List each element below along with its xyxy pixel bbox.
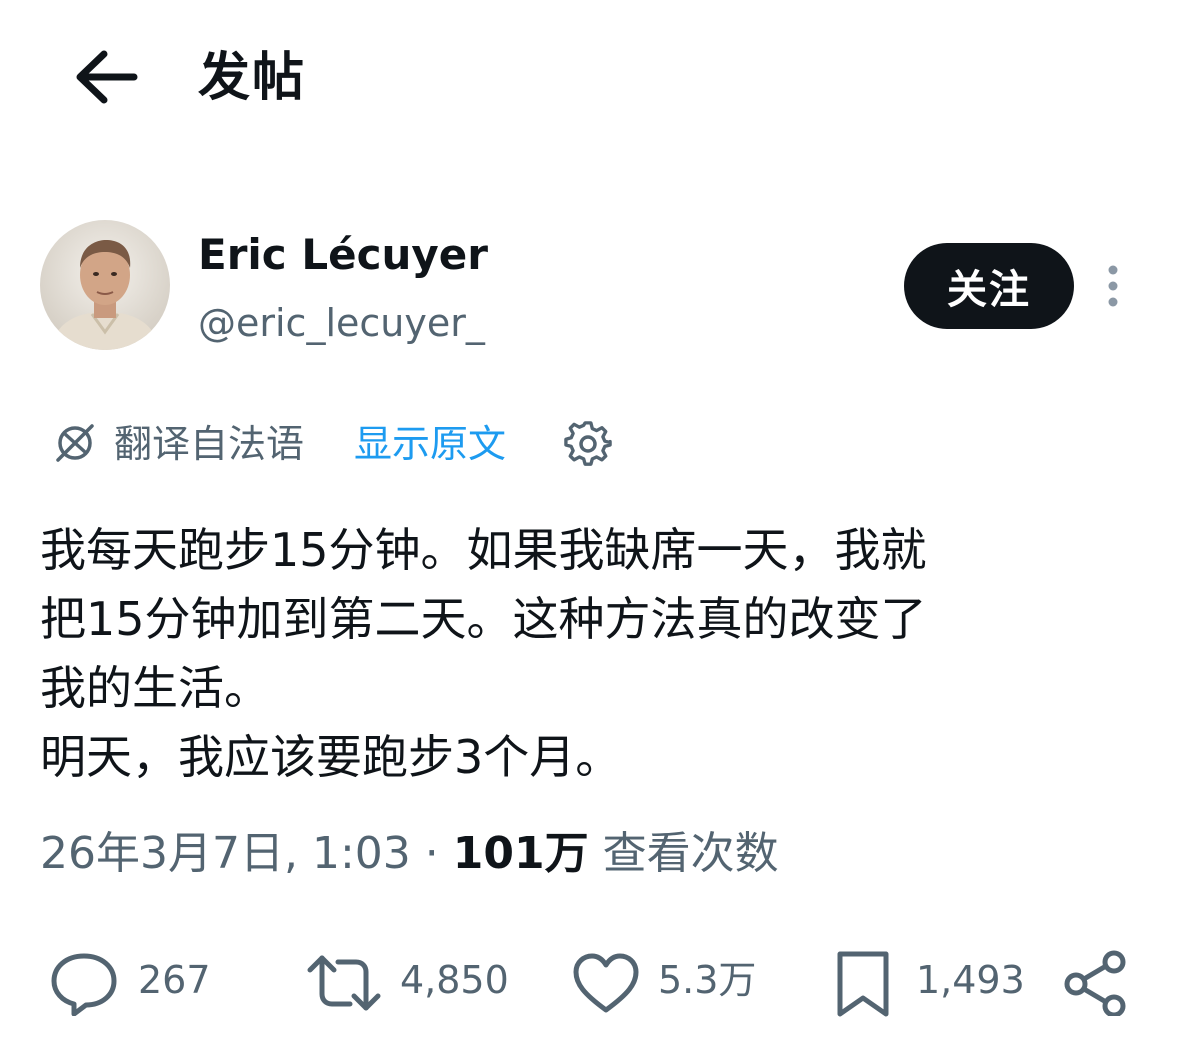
share-icon bbox=[1064, 950, 1126, 1016]
gear-icon[interactable] bbox=[564, 420, 612, 468]
views-count: 101万 bbox=[452, 828, 589, 879]
tweet-meta: 26年3月7日, 1:03 · 101万 查看次数 bbox=[40, 824, 779, 884]
back-button[interactable] bbox=[70, 44, 142, 110]
reply-icon bbox=[51, 953, 117, 1016]
bookmark-count: 1,493 bbox=[916, 958, 1025, 1002]
translate-icon bbox=[56, 424, 94, 462]
like-count: 5.3万 bbox=[658, 958, 757, 1002]
share-button[interactable] bbox=[1062, 940, 1134, 1026]
timestamp[interactable]: 26年3月7日, 1:03 bbox=[40, 828, 411, 879]
show-original-link[interactable]: 显示原文 bbox=[354, 416, 506, 472]
reply-button[interactable]: 267 bbox=[48, 940, 218, 1026]
meta-separator: · bbox=[424, 828, 439, 879]
bookmark-icon bbox=[837, 951, 889, 1017]
tweet-text: 我每天跑步15分钟。如果我缺席一天，我就 把15分钟加到第二天。这种方法真的改变… bbox=[40, 516, 1150, 792]
page-title: 发帖 bbox=[198, 48, 307, 108]
avatar[interactable] bbox=[40, 220, 170, 350]
bookmark-button[interactable]: 1,493 bbox=[830, 940, 1030, 1026]
tweet-line: 把15分钟加到第二天。这种方法真的改变了 bbox=[40, 592, 927, 646]
repost-button[interactable]: 4,850 bbox=[304, 940, 514, 1026]
action-bar: 267 4,850 5.3万 1,493 bbox=[0, 940, 1180, 1026]
repost-icon bbox=[307, 955, 381, 1011]
avatar-image bbox=[40, 220, 170, 350]
tweet-line: 我的生活。 bbox=[40, 661, 270, 715]
heart-icon bbox=[573, 953, 639, 1013]
author-name[interactable]: Eric Lécuyer bbox=[198, 228, 488, 282]
tweet-line: 我每天跑步15分钟。如果我缺席一天，我就 bbox=[40, 523, 927, 577]
author-handle[interactable]: @eric_lecuyer_ bbox=[198, 298, 485, 348]
arrow-left-icon bbox=[76, 50, 138, 104]
views-label: 查看次数 bbox=[602, 828, 779, 879]
reply-count: 267 bbox=[138, 958, 211, 1002]
top-bar: 发帖 bbox=[0, 0, 1180, 190]
more-vertical-icon bbox=[1108, 265, 1118, 307]
repost-count: 4,850 bbox=[400, 958, 509, 1002]
like-button[interactable]: 5.3万 bbox=[570, 940, 770, 1026]
more-button[interactable] bbox=[1098, 262, 1128, 310]
follow-button[interactable]: 关注 bbox=[904, 243, 1074, 329]
translated-from-label: 翻译自法语 bbox=[114, 422, 305, 466]
tweet-line: 明天，我应该要跑步3个月。 bbox=[40, 730, 622, 784]
